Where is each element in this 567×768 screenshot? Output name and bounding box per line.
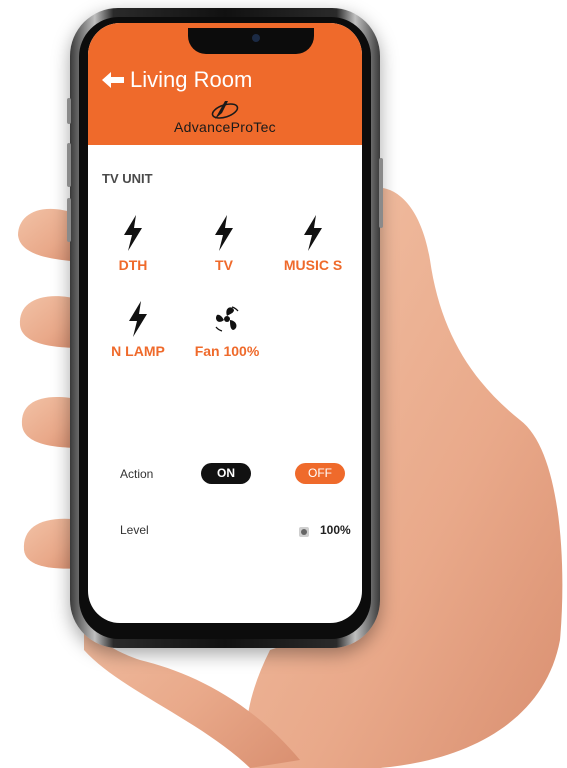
device-n-lamp[interactable]: N LAMP [93,299,183,359]
device-label: MUSIC S [283,257,343,273]
page-title: Living Room [130,67,253,92]
bolt-icon [304,215,322,251]
device-label: TV [215,257,233,273]
on-button[interactable]: ON [201,463,251,484]
section-title: TV UNIT [102,171,153,186]
device-dth[interactable]: DTH [88,213,178,273]
device-label: Fan 100% [194,343,260,359]
fan-icon [215,306,239,332]
camera-icon [252,34,260,42]
level-slider-handle[interactable] [299,527,309,537]
brand-logo: AdvanceProTec [88,99,362,135]
device-fan[interactable]: Fan 100% [182,299,272,359]
app-screen: Living Room AdvanceProTec TV UNIT DTH TV [88,23,362,623]
bolt-icon [215,215,233,251]
bolt-icon [124,215,142,251]
back-arrow-icon [102,72,124,88]
device-label: N LAMP [111,343,165,359]
back-button[interactable]: Living Room [102,67,252,93]
phone-notch [188,28,314,54]
level-value: 100% [320,523,351,537]
action-label: Action [120,467,154,481]
level-label: Level [120,523,149,537]
device-tv[interactable]: TV [179,213,269,273]
phone-frame: Living Room AdvanceProTec TV UNIT DTH TV [67,8,383,648]
logo-swoosh-icon [211,101,239,119]
device-label: DTH [118,257,148,273]
device-music[interactable]: MUSIC S [268,213,358,273]
brand-name: AdvanceProTec [174,119,276,135]
bolt-icon [129,301,147,337]
off-button[interactable]: OFF [295,463,345,484]
